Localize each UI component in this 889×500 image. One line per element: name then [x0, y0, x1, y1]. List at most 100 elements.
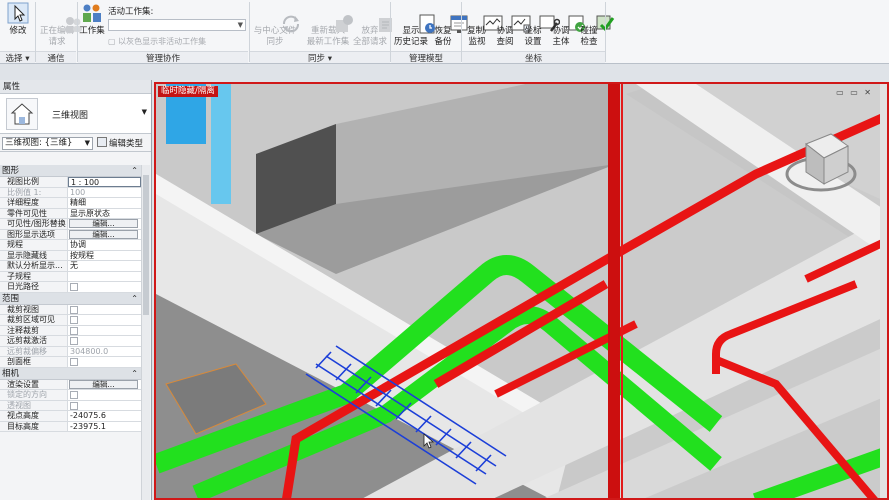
relinquish-all-button[interactable]: 放弃 全部请求 [352, 2, 393, 50]
property-value [68, 390, 141, 400]
property-name: 锁定的方向 [0, 390, 68, 400]
worksets-button[interactable]: 工作集 [78, 2, 106, 50]
property-row[interactable]: 显示隐藏线 按规程 [0, 250, 141, 261]
restore-backup-icon [432, 2, 468, 33]
checkbox[interactable] [70, 283, 78, 291]
property-value[interactable] [68, 271, 141, 281]
type-name: 三维视图 [52, 111, 89, 121]
property-value[interactable]: -24075.6 [68, 411, 141, 421]
property-name: 显示隐藏线 [0, 250, 68, 260]
property-row[interactable]: 子规程 [0, 271, 141, 282]
ribbon: 修改 选择 ▾ 正在编辑 请求 通信 工作集 活动工作集: ▼ ▢ 以灰色显示非… [0, 0, 889, 64]
sync-central-button[interactable]: 与中心文件 同步 [253, 2, 300, 50]
edit-button[interactable]: 编辑... [69, 379, 138, 389]
coordination-model-button[interactable]: 协调 主体 [547, 2, 586, 50]
checkbox[interactable] [70, 358, 78, 366]
property-row[interactable]: 零件可见性 显示原状态 [0, 208, 141, 219]
active-workset-label: 活动工作集: [108, 7, 154, 17]
property-value[interactable]: 编辑... [68, 219, 141, 229]
property-row[interactable]: 裁剪区域可见 [0, 315, 141, 326]
property-name: 可见性/图形替换 [0, 219, 68, 229]
property-value[interactable]: 显示原状态 [68, 208, 141, 218]
restore-backup-button[interactable]: 恢复 备份 [428, 2, 468, 50]
property-row[interactable]: 详细程度 精细 [0, 198, 141, 209]
checkbox[interactable] [70, 337, 78, 345]
property-row[interactable]: 比例值 1: 100 [0, 187, 141, 198]
property-value[interactable] [68, 304, 141, 314]
section-extents[interactable]: 范围 ⌃ [0, 292, 141, 305]
show-history-button[interactable]: 显示 历史记录 [392, 2, 436, 50]
coordination-review-button[interactable]: 协调 查阅 [491, 2, 531, 50]
property-value[interactable]: 1 : 100 [68, 177, 141, 187]
property-value[interactable] [68, 315, 141, 325]
properties-scrollbar[interactable] [141, 165, 150, 500]
property-row[interactable]: 图形显示选项 编辑... [0, 229, 141, 240]
property-row[interactable]: 目标高度 -23975.1 [0, 421, 141, 432]
checkbox[interactable] [70, 316, 78, 324]
coordination-settings-button[interactable]: 坐标 设置 [519, 2, 561, 50]
section-graphics[interactable]: 图形 ⌃ [0, 165, 141, 177]
model-view [156, 84, 887, 498]
property-row[interactable]: 锁定的方向 [0, 390, 141, 401]
property-value[interactable] [68, 282, 141, 292]
property-row[interactable]: 可见性/图形替换 编辑... [0, 219, 141, 230]
chevron-down-icon[interactable]: ▼ [142, 108, 147, 116]
scrollbar-thumb[interactable] [143, 175, 149, 315]
property-row[interactable]: 视点高度 -24075.6 [0, 411, 141, 422]
active-workset-dropdown[interactable]: ▼ [108, 19, 246, 31]
instance-filter-dropdown[interactable]: 三维视图: {三维} ▼ [2, 137, 93, 150]
3d-viewport[interactable]: 临时隐藏/隔离 ▭ ▭ ✕ [154, 82, 889, 500]
property-row[interactable]: 注释裁剪 [0, 325, 141, 336]
type-selector[interactable]: 三维视图 ▼ [0, 94, 151, 134]
edit-type-button[interactable]: 编辑类型 [97, 137, 143, 150]
property-value[interactable]: 协调 [68, 240, 141, 250]
edit-button[interactable]: 编辑... [69, 219, 138, 228]
edit-button[interactable]: 编辑... [69, 229, 138, 239]
property-value[interactable] [68, 336, 141, 346]
view-window-controls[interactable]: ▭ ▭ ✕ [836, 88, 873, 97]
property-value[interactable]: -23975.1 [68, 421, 141, 431]
blue-pipe [211, 84, 231, 204]
property-name: 远剪裁偏移 [0, 346, 68, 356]
coordination-model-icon [550, 2, 586, 32]
chevron-down-icon: ▼ [84, 139, 90, 147]
property-row[interactable]: 默认分析显示... 无 [0, 261, 141, 272]
property-value[interactable] [68, 325, 141, 335]
property-row[interactable]: 视图比例 1 : 100 [0, 177, 141, 188]
property-row[interactable]: 渲染设置 编辑... [0, 379, 141, 390]
interference-check-button[interactable]: 碰撞 检查 [575, 2, 615, 50]
property-row[interactable]: 日光路径 [0, 282, 141, 293]
group-communicate-label: 通信 [36, 51, 76, 64]
group-select-label[interactable]: 选择 ▾ [0, 51, 35, 64]
wrench-icon [522, 2, 561, 32]
property-value[interactable]: 按规程 [68, 250, 141, 260]
group-synchronize-label[interactable]: 同步 ▾ [250, 51, 390, 64]
house-icon [6, 98, 38, 130]
property-value [68, 400, 141, 410]
checkbox[interactable] [70, 326, 78, 335]
property-row[interactable]: 远剪裁偏移 304800.0 [0, 346, 141, 357]
copy-monitor-button[interactable]: 复制/ 监视 [463, 2, 503, 50]
separator [605, 2, 606, 62]
property-row[interactable]: 远剪裁激活 [0, 336, 141, 347]
property-row[interactable]: 剖面框 [0, 357, 141, 368]
property-name: 默认分析显示... [0, 261, 68, 271]
temporary-hide-isolate-banner: 临时隐藏/隔离 [158, 86, 218, 97]
property-value[interactable] [68, 357, 141, 367]
property-value[interactable]: 精细 [68, 198, 141, 208]
editing-requests-button[interactable]: 正在编辑 请求 [37, 2, 83, 50]
reload-latest-button[interactable]: 重新载入 最新工作集 [303, 2, 354, 50]
property-value[interactable]: 编辑... [68, 379, 141, 389]
property-row[interactable]: 透视图 [0, 400, 141, 411]
property-value[interactable]: 编辑... [68, 229, 141, 239]
viewport-scrollbar[interactable] [880, 84, 887, 498]
history-icon [400, 2, 436, 34]
group-manage-models-label: 管理模型 [391, 51, 461, 64]
property-row[interactable]: 规程 协调 [0, 240, 141, 251]
section-camera[interactable]: 相机 ⌃ [0, 367, 141, 380]
property-value[interactable]: 无 [68, 261, 141, 271]
gray-inactive-worksets-button[interactable]: ▢ 以灰色显示非活动工作集 [108, 36, 206, 47]
property-row[interactable]: 裁剪视图 [0, 304, 141, 315]
checkbox[interactable] [70, 305, 78, 314]
modify-button[interactable]: 修改 [3, 2, 33, 50]
